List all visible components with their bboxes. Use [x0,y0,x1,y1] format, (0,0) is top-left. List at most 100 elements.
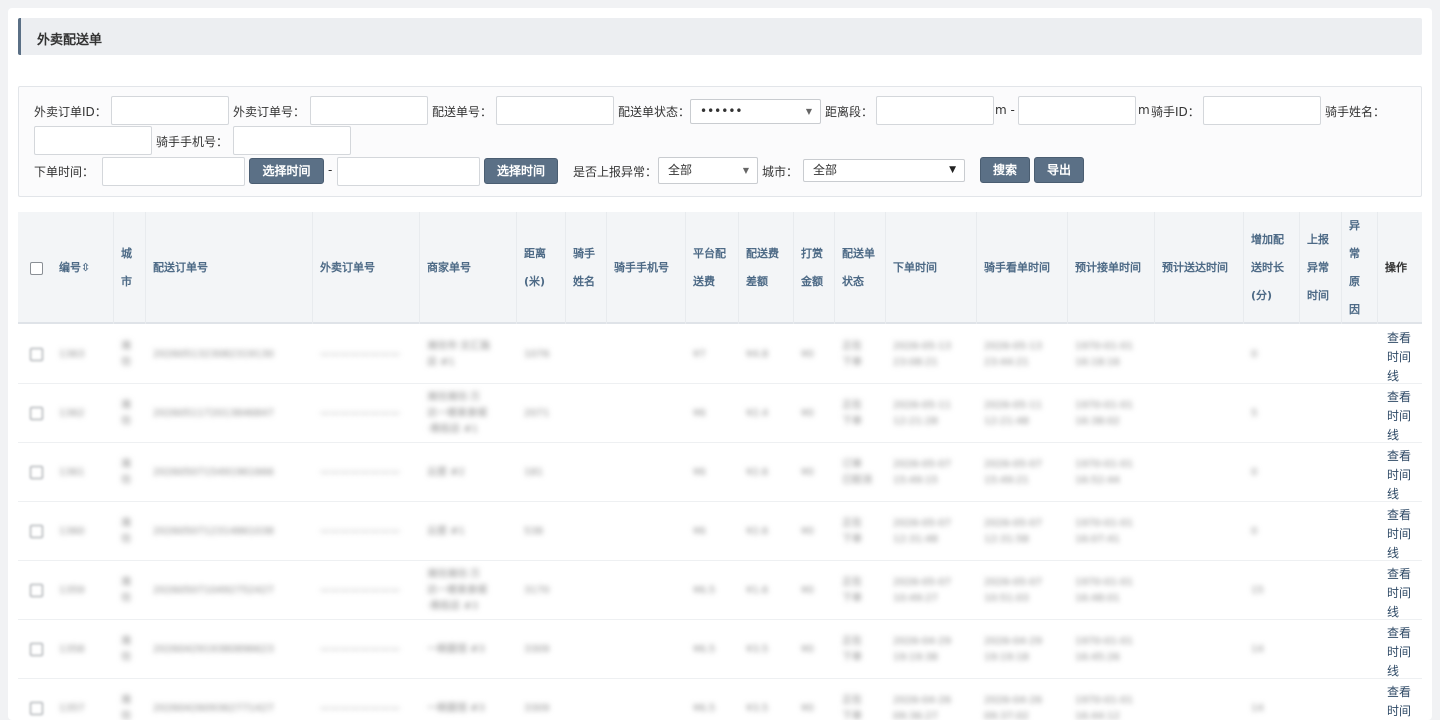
cell-add-minutes: 14 [1251,702,1264,714]
cell-tip: ¥0 [801,407,814,419]
cell-est-accept-time: 1970-01-01 16:48:01 [1075,576,1134,604]
cell-tip: ¥0 [801,702,814,714]
row-checkbox[interactable] [30,702,43,715]
view-timeline-link[interactable]: 查看 时间 线 [1387,329,1417,386]
cell-fee-diff: ¥2.6 [746,466,769,478]
rider-phone-input[interactable] [233,126,351,155]
cell-id: 1358 [59,643,85,655]
takeout-order-no-input[interactable] [310,96,428,125]
cell-delivery-no: 2026051323082319130 [153,348,274,360]
row-checkbox[interactable] [30,643,43,656]
cell-fee-diff: ¥4.8 [746,348,769,360]
cell-platform-fee: ¥6 [693,407,706,419]
col-actions: 操作 [1385,261,1407,274]
col-est-arrive-time: 预计送达时间 [1155,212,1244,324]
col-report-time: 上报 异常 时间 [1300,212,1342,324]
cell-takeout-no: ———————— [320,525,400,537]
cell-order-time: 2026-05-07 10:49:27 [893,576,952,604]
cell-platform-fee: ¥6 [693,466,706,478]
select-start-time-button[interactable]: 选择时间 [249,158,324,184]
col-order-time: 下单时间 [886,212,977,324]
cell-rider-view-time: 2026-05-13 23:44:21 [984,340,1043,368]
cell-status: 正在 下单 [842,399,862,427]
cell-status: 正在 下单 [842,340,862,368]
view-timeline-link[interactable]: 查看 时间 线 [1387,624,1417,681]
cell-rider-view-time: 2026-04-29 19:19:18 [984,635,1043,663]
chevron-down-icon: ▼ [949,165,956,175]
rider-id-input[interactable] [1203,96,1321,125]
row-checkbox[interactable] [30,407,43,420]
delivery-no-input[interactable] [496,96,614,125]
table-row: 1363 潍 坊 2026051323082319130 ———————— 潍坊市·文汇… [18,325,1422,384]
search-button[interactable]: 搜索 [980,157,1030,183]
cell-takeout-no: ———————— [320,643,400,655]
cell-delivery-no: 2026050715491961666 [153,466,274,478]
delivery-status-select[interactable]: •••••• ▼ [690,99,821,124]
cell-delivery-no: 2026050710492752427 [153,584,274,596]
rider-name-input[interactable] [34,126,152,155]
view-timeline-link[interactable]: 查看 时间 线 [1387,683,1417,720]
cell-fee-diff: ¥3.5 [746,702,769,714]
cell-merchant-no: 云度 #2 [427,466,465,478]
select-end-time-button[interactable]: 选择时间 [484,158,558,184]
order-time-end-input[interactable] [337,157,480,186]
cell-takeout-no: ———————— [320,702,400,714]
takeout-order-id-input[interactable] [111,96,229,125]
view-timeline-link[interactable]: 查看 时间 线 [1387,565,1417,622]
col-status: 配送单 状态 [835,212,886,324]
view-timeline-link[interactable]: 查看 时间 线 [1387,388,1417,445]
report-exception-label: 是否上报异常： [573,165,658,179]
row-checkbox[interactable] [30,584,43,597]
row-checkbox[interactable] [30,466,43,479]
cell-city: 潍 坊 [121,694,131,720]
distance-unit-end: m [1138,103,1150,117]
cell-id: 1357 [59,702,85,714]
delivery-status-value: •••••• [700,104,743,118]
cell-rider-view-time: 2026-05-07 12:31:58 [984,517,1043,545]
table-header: 编号⇳ 城 市 配送订单号 外卖订单号 商家单号 距离 (米) 骑手 姓名 骑手… [18,212,1422,324]
cell-city: 潍 坊 [121,340,131,368]
cell-city: 潍 坊 [121,576,131,604]
takeout-order-no-label: 外卖订单号： [233,105,306,119]
cell-delivery-no: 2026051172013846847 [153,407,274,419]
cell-fee-diff: ¥2.6 [746,525,769,537]
rider-name-label: 骑手姓名： [1325,105,1386,119]
city-label: 城市： [762,165,799,179]
view-timeline-link[interactable]: 查看 时间 线 [1387,447,1417,504]
cell-add-minutes: 0 [1251,466,1258,478]
cell-status: 正在 下单 [842,635,862,663]
row-checkbox[interactable] [30,348,43,361]
export-button[interactable]: 导出 [1034,157,1084,183]
col-rider-name: 骑手 姓名 [566,212,607,324]
col-est-accept-time: 预计接单时间 [1068,212,1155,324]
cell-city: 潍 坊 [121,399,131,427]
row-checkbox[interactable] [30,525,43,538]
col-id[interactable]: 编号⇳ [52,212,114,324]
col-exception-reason: 异 常 原 因 [1342,212,1378,324]
view-timeline-link[interactable]: 查看 时间 线 [1387,506,1417,563]
cell-order-time: 2026-05-11 12:21:28 [893,399,952,427]
cell-merchant-no: 潍坊潍坊·万 达一楼美食城 ·南街店 #1 [427,391,487,435]
distance-min-input[interactable] [876,96,994,125]
city-select[interactable]: 全部 ▼ [803,159,965,182]
select-all-checkbox[interactable] [30,262,43,275]
col-rider-view-time: 骑手看单时间 [977,212,1068,324]
cell-fee-diff: ¥1.6 [746,584,769,596]
order-time-start-input[interactable] [102,157,245,186]
cell-status: 正在 下单 [842,576,862,604]
cell-city: 潍 坊 [121,458,131,486]
cell-delivery-no: 2026042919380896623 [153,643,274,655]
cell-takeout-no: ———————— [320,348,400,360]
cell-delivery-no: 2026050712314861038 [153,525,274,537]
rider-id-label: 骑手ID： [1151,105,1200,119]
distance-max-input[interactable] [1018,96,1136,125]
cell-merchant-no: 云度 #1 [427,525,465,537]
cell-delivery-no: 2026042609362771427 [153,702,274,714]
cell-platform-fee: ¥6 [693,525,706,537]
col-distance: 距离 (米) [517,212,566,324]
cell-takeout-no: ———————— [320,584,400,596]
page-title-bar: 外卖配送单 [18,18,1422,55]
cell-city: 潍 坊 [121,517,131,545]
cell-id: 1361 [59,466,85,478]
report-exception-select[interactable]: 全部 ▼ [658,157,758,184]
